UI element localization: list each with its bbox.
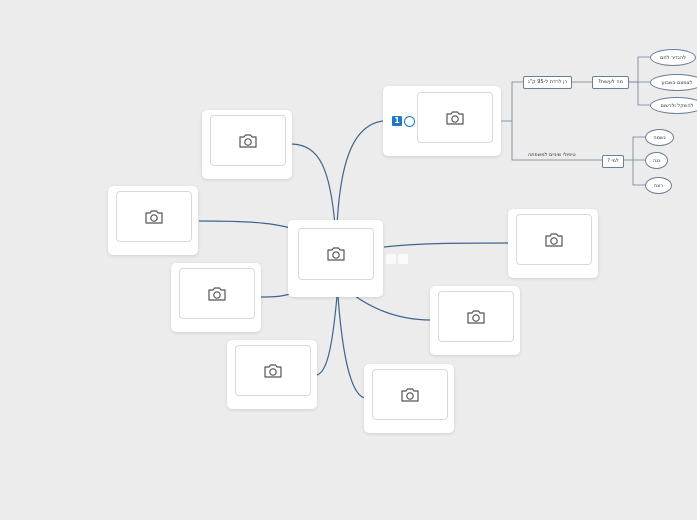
subtopic-a-1[interactable]: להגדיר לחם [650, 49, 696, 66]
camera-icon [545, 232, 563, 247]
image-node-top-right[interactable]: 1 [383, 86, 501, 156]
collapse-handle[interactable] [386, 254, 396, 264]
subtopic-a-3[interactable]: להשקל ולרשום [650, 97, 697, 114]
subtopic-b-3[interactable]: רונה [645, 177, 672, 194]
subtopic-b-2[interactable]: נגה [645, 152, 668, 169]
link-a3-1 [628, 56, 650, 83]
topic-what-to-do[interactable]: ?מה לעשות [592, 76, 629, 89]
clock-icon [404, 116, 415, 127]
link-left-upper [198, 220, 291, 229]
image-node-top-left[interactable] [202, 110, 292, 179]
expand-handle[interactable] [398, 254, 408, 264]
camera-icon [401, 387, 419, 402]
link-bottom-left [316, 295, 338, 376]
camera-icon [327, 247, 345, 261]
camera-icon [145, 209, 163, 224]
image-frame [116, 191, 192, 242]
image-node-left-upper[interactable] [108, 186, 198, 255]
link-bottom-center [337, 295, 366, 399]
link-text-a [501, 81, 523, 122]
image-frame [417, 92, 493, 143]
link-right-lower [354, 295, 432, 321]
topic-for-whom[interactable]: ? למי [602, 155, 624, 168]
image-node-right-lower[interactable] [430, 286, 520, 355]
topic-lose-weight[interactable]: רן לרדת ל-95 ק"ג [523, 76, 572, 89]
image-node-bottom-left[interactable] [227, 340, 317, 409]
link-left-middle [260, 293, 291, 298]
camera-icon [467, 309, 485, 324]
image-frame [516, 214, 592, 265]
link-top-right [336, 120, 384, 226]
camera-icon [446, 110, 464, 125]
image-node-bottom-center[interactable] [364, 364, 454, 433]
link-a3-3 [637, 82, 650, 106]
central-node[interactable] [288, 220, 383, 297]
image-node-right[interactable] [508, 209, 598, 278]
priority-1-badge: 1 [392, 116, 402, 126]
image-frame [210, 115, 286, 166]
image-frame [438, 291, 514, 342]
link-b3 [623, 136, 645, 186]
subtopic-a-2[interactable]: לצמצם בשבוע [650, 74, 697, 91]
image-node-left-middle[interactable] [171, 263, 261, 332]
link-top-left [291, 143, 336, 226]
subtopic-b-1[interactable]: נשמה [645, 129, 674, 146]
mindmap-canvas: 1 רן לרדת ל-95 ק"ג ?מה לעשות להגדיר לחם … [0, 0, 697, 520]
camera-icon [239, 133, 257, 148]
image-frame [179, 268, 255, 319]
central-image-frame [298, 228, 374, 280]
topic-dental-treatment[interactable]: טיפולי שיניים למשפחה [528, 151, 576, 159]
camera-icon [208, 286, 226, 301]
link-right [383, 242, 510, 248]
image-frame [235, 345, 311, 396]
camera-icon [264, 363, 282, 378]
image-frame [372, 369, 448, 420]
